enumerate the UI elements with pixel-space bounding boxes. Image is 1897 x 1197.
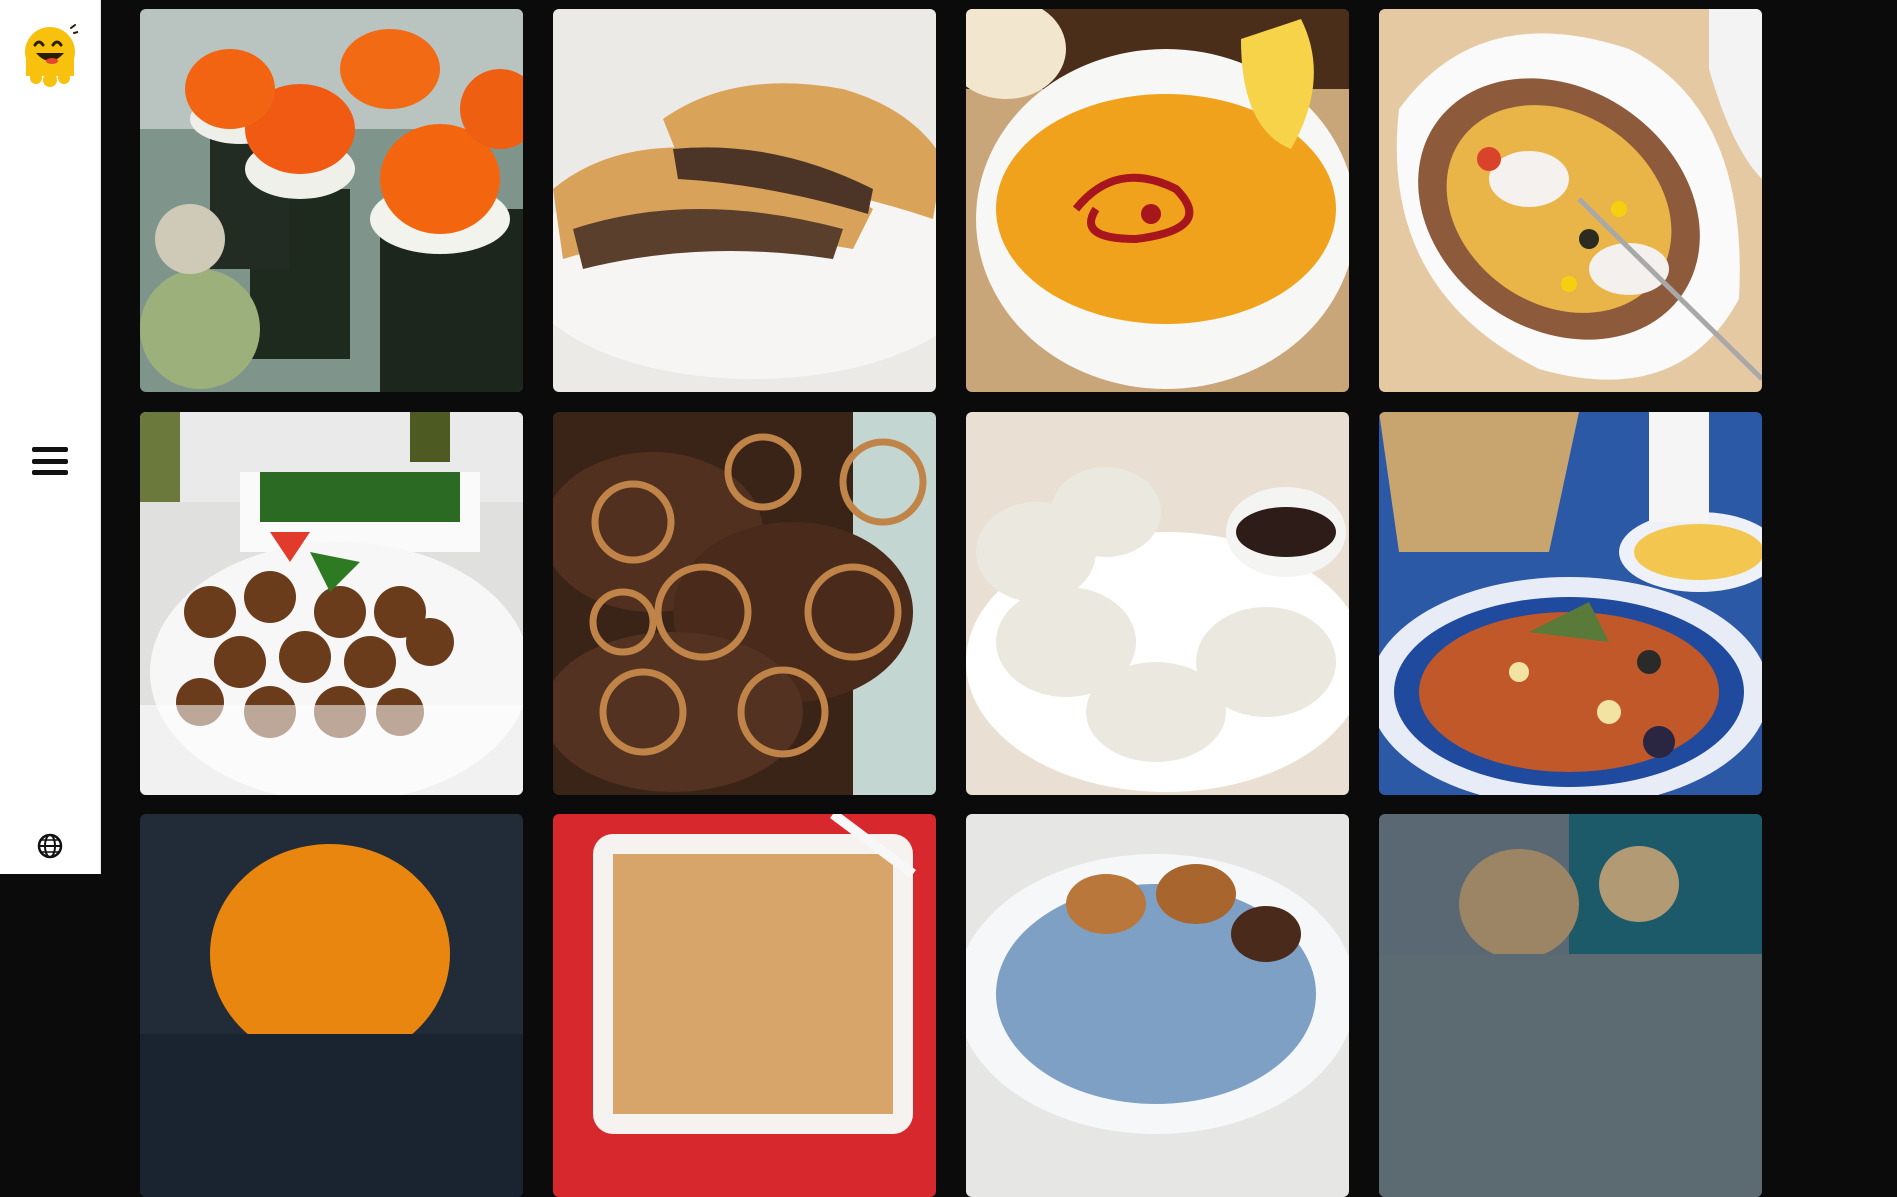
- sushi-roll-photo-icon: [140, 9, 523, 392]
- lentil-soup-photo-icon: [966, 9, 1349, 392]
- gallery-tile-vegetable-stew[interactable]: [1379, 411, 1762, 795]
- fried-pastry-photo-icon: [966, 814, 1349, 1197]
- sidebar: [0, 0, 101, 874]
- vegetable-stew-photo-icon: [1379, 411, 1762, 795]
- gallery-tile-stuffed-potato[interactable]: [1379, 9, 1762, 392]
- hamburger-icon-line: [32, 458, 68, 464]
- gallery-tile-sushi[interactable]: [140, 9, 523, 392]
- hamburger-menu-button[interactable]: [32, 443, 68, 479]
- teapot-photo-icon: [1379, 814, 1762, 1197]
- gallery-tile-orange-dish[interactable]: [140, 814, 523, 1197]
- liver-onions-photo-icon: [553, 411, 936, 795]
- happy-face-logo-icon[interactable]: [22, 20, 79, 90]
- hamburger-icon: [32, 447, 68, 452]
- gallery-tile-liver-onions[interactable]: [553, 411, 936, 795]
- globe-icon[interactable]: [36, 832, 64, 860]
- dumplings-photo-icon: [966, 411, 1349, 795]
- meat-pie-photo-icon: [553, 9, 936, 392]
- gallery-tile-meat-pie[interactable]: [553, 9, 936, 392]
- gallery-tile-red-casserole[interactable]: [553, 814, 936, 1197]
- gallery-tile-fried-pastry[interactable]: [966, 814, 1349, 1197]
- stuffed-potato-photo-icon: [1379, 9, 1762, 392]
- gallery-tile-dumplings[interactable]: [966, 411, 1349, 795]
- gallery-tile-lentil-soup[interactable]: [966, 9, 1349, 392]
- tile-hover-overlay: [140, 704, 523, 795]
- gallery-tile-teapot[interactable]: [1379, 814, 1762, 1197]
- hamburger-icon-line: [32, 470, 68, 475]
- red-casserole-photo-icon: [553, 814, 936, 1197]
- gallery-tile-falafel[interactable]: [140, 411, 523, 795]
- food-gallery-grid: [140, 9, 1762, 1197]
- orange-dish-photo-icon: [140, 814, 523, 1197]
